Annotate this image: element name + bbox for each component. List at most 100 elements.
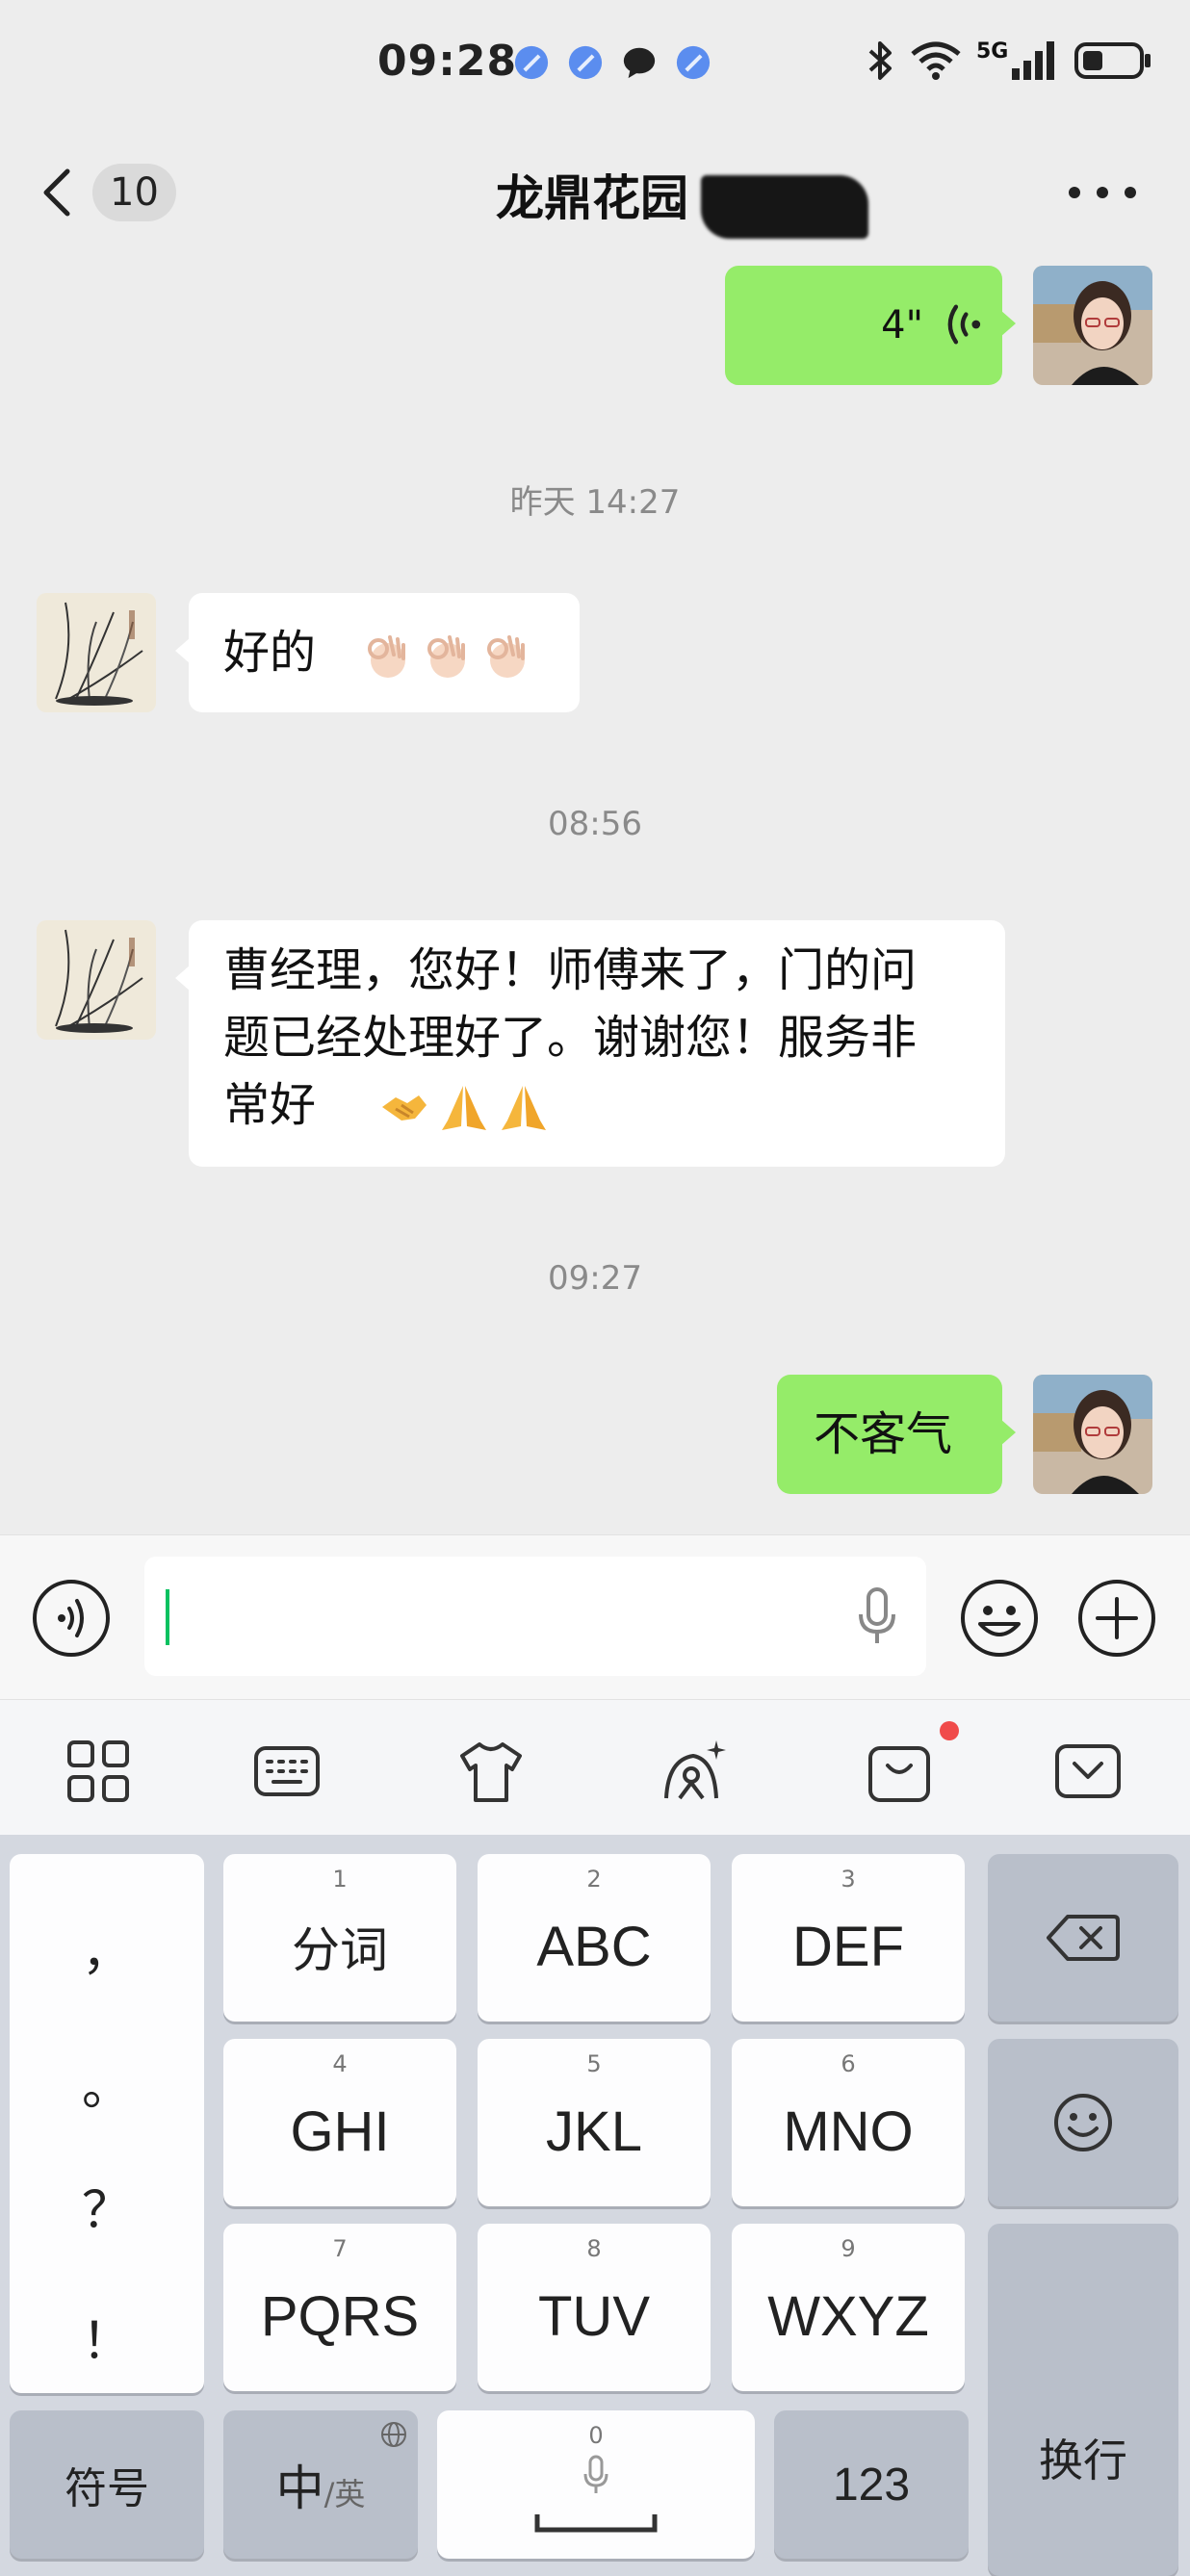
orchid-painting-image bbox=[37, 593, 156, 712]
key-label: DEF bbox=[792, 1915, 904, 1978]
key-9[interactable]: 9 WXYZ bbox=[732, 2224, 965, 2391]
microphone-icon bbox=[583, 2455, 608, 2493]
message-bubble[interactable]: 曹经理，您好！师傅来了，门的问 题已经处理好了。谢谢您！服务非 常好 bbox=[175, 920, 1005, 1167]
key-number: 4 bbox=[332, 2050, 348, 2077]
message-text: 好的 bbox=[223, 626, 317, 680]
my-avatar[interactable] bbox=[1033, 1375, 1152, 1494]
voice-input-toggle-icon[interactable] bbox=[31, 1578, 112, 1659]
message-timestamp: 昨天 14:27 bbox=[509, 483, 681, 522]
unread-count-badge: 10 bbox=[92, 164, 176, 221]
key-2[interactable]: 2 ABC bbox=[478, 1854, 711, 2022]
symbols-key[interactable]: 符号 bbox=[10, 2410, 204, 2559]
chat-title: 龙鼎花园 bbox=[496, 170, 688, 226]
app-notification-icon bbox=[514, 45, 549, 80]
key-label: WXYZ bbox=[767, 2284, 929, 2348]
numbers-key[interactable]: 123 bbox=[774, 2410, 969, 2559]
enter-key-label: 换行 bbox=[1039, 2434, 1127, 2486]
back-button[interactable]: 10 bbox=[39, 158, 183, 227]
plus-icon[interactable] bbox=[1076, 1578, 1157, 1659]
keyboard-icon[interactable] bbox=[252, 1737, 322, 1806]
enter-key[interactable]: 换行 bbox=[988, 2224, 1178, 2576]
key-label: TUV bbox=[538, 2284, 650, 2348]
punctuation-list[interactable]: ， 。 ？ ！ bbox=[10, 1854, 204, 2393]
punctuation-key[interactable]: ， bbox=[10, 1912, 204, 1984]
space-key[interactable]: 0 bbox=[437, 2410, 755, 2559]
keyboard-toolbar bbox=[0, 1700, 1190, 1835]
key-label: MNO bbox=[783, 2099, 914, 2163]
folded-hands-emoji-icon bbox=[502, 1086, 547, 1130]
signal-icon bbox=[1012, 41, 1055, 80]
smiley-icon bbox=[1054, 2094, 1112, 2151]
key-4[interactable]: 4 GHI bbox=[223, 2039, 456, 2206]
contact-avatar[interactable] bbox=[37, 593, 156, 712]
ok-hand-emoji-icon bbox=[427, 635, 466, 678]
key-label: GHI bbox=[290, 2099, 390, 2163]
key-8[interactable]: 8 TUV bbox=[478, 2224, 711, 2391]
notification-icons bbox=[513, 44, 711, 81]
handshake-emoji-icon bbox=[382, 1095, 427, 1121]
key-number: 1 bbox=[332, 1866, 348, 1893]
app-notification-icon bbox=[568, 45, 603, 80]
microphone-icon[interactable] bbox=[855, 1585, 899, 1647]
grid-icon[interactable] bbox=[64, 1737, 133, 1806]
key-5[interactable]: 5 JKL bbox=[478, 2039, 711, 2206]
key-3[interactable]: 3 DEF bbox=[732, 1854, 965, 2022]
voice-wave-icon bbox=[947, 304, 981, 345]
dot-icon bbox=[1125, 187, 1136, 198]
emoji-icon[interactable] bbox=[959, 1578, 1040, 1659]
key-number: 7 bbox=[332, 2235, 348, 2262]
text-caret bbox=[166, 1589, 169, 1645]
language-main-label: 中 bbox=[275, 2460, 324, 2516]
battery-icon bbox=[1074, 42, 1151, 79]
key-label: JKL bbox=[546, 2099, 642, 2163]
my-avatar[interactable] bbox=[1033, 266, 1152, 385]
message-input-bar bbox=[0, 1534, 1190, 1700]
ok-hand-emoji-icon bbox=[487, 635, 526, 678]
message-text-line: 曹经理，您好！师傅来了，门的问 bbox=[223, 943, 918, 997]
language-switch-key[interactable]: 中 /英 bbox=[223, 2410, 418, 2559]
dot-icon bbox=[1069, 187, 1080, 198]
key-7[interactable]: 7 PQRS bbox=[223, 2224, 456, 2391]
chevron-left-icon bbox=[43, 168, 70, 217]
t9-keyboard: ， 。 ？ ！ 1 分词 2 ABC 3 DEF 4 GHI 5 JKL 6 M… bbox=[0, 1835, 1190, 2576]
status-time: 09:28 bbox=[377, 37, 518, 86]
punctuation-key[interactable]: 。 bbox=[10, 2047, 204, 2119]
status-bar: 09:28 5G bbox=[0, 0, 1190, 125]
chat-header: 10 龙鼎花园 bbox=[0, 135, 1190, 250]
message-bubble[interactable]: 好的 bbox=[175, 593, 580, 712]
shopping-bag-icon[interactable] bbox=[865, 1737, 934, 1806]
tshirt-icon[interactable] bbox=[456, 1737, 526, 1806]
user-portrait-image bbox=[1033, 1375, 1152, 1494]
key-6[interactable]: 6 MNO bbox=[732, 2039, 965, 2206]
emoji-group bbox=[378, 1082, 550, 1134]
backspace-key[interactable] bbox=[988, 1854, 1178, 2022]
symbols-key-label: 符号 bbox=[65, 2464, 149, 2513]
key-1[interactable]: 1 分词 bbox=[223, 1854, 456, 2022]
bluetooth-icon bbox=[868, 41, 892, 80]
globe-icon bbox=[381, 2422, 406, 2447]
voice-duration: 4" bbox=[881, 303, 923, 348]
message-text: 不客气 bbox=[814, 1407, 953, 1461]
message-bubble[interactable]: 不客气 bbox=[777, 1375, 1016, 1494]
key-label: PQRS bbox=[260, 2284, 420, 2348]
voice-message-bubble[interactable]: 4" bbox=[725, 266, 1016, 385]
language-alt-label: /英 bbox=[323, 2476, 366, 2512]
backspace-icon bbox=[1047, 1915, 1120, 1961]
message-input[interactable] bbox=[144, 1557, 926, 1676]
user-portrait-image bbox=[1033, 266, 1152, 385]
punctuation-key[interactable]: ？ bbox=[10, 2170, 204, 2242]
wifi-icon bbox=[911, 41, 961, 80]
more-options-button[interactable] bbox=[1069, 183, 1136, 202]
contact-avatar[interactable] bbox=[37, 920, 156, 1040]
magic-icon[interactable] bbox=[659, 1737, 728, 1806]
numbers-key-label: 123 bbox=[832, 2459, 911, 2511]
emoji-key[interactable] bbox=[988, 2039, 1178, 2206]
dot-icon bbox=[1097, 187, 1108, 198]
key-number: 3 bbox=[841, 1866, 856, 1893]
punctuation-key[interactable]: ！ bbox=[10, 2301, 204, 2373]
chat-bubble-icon bbox=[623, 47, 656, 79]
folded-hands-emoji-icon bbox=[442, 1086, 487, 1130]
key-label: 分词 bbox=[292, 1922, 388, 1978]
collapse-keyboard-icon[interactable] bbox=[1053, 1737, 1123, 1806]
orchid-painting-image bbox=[37, 920, 156, 1040]
